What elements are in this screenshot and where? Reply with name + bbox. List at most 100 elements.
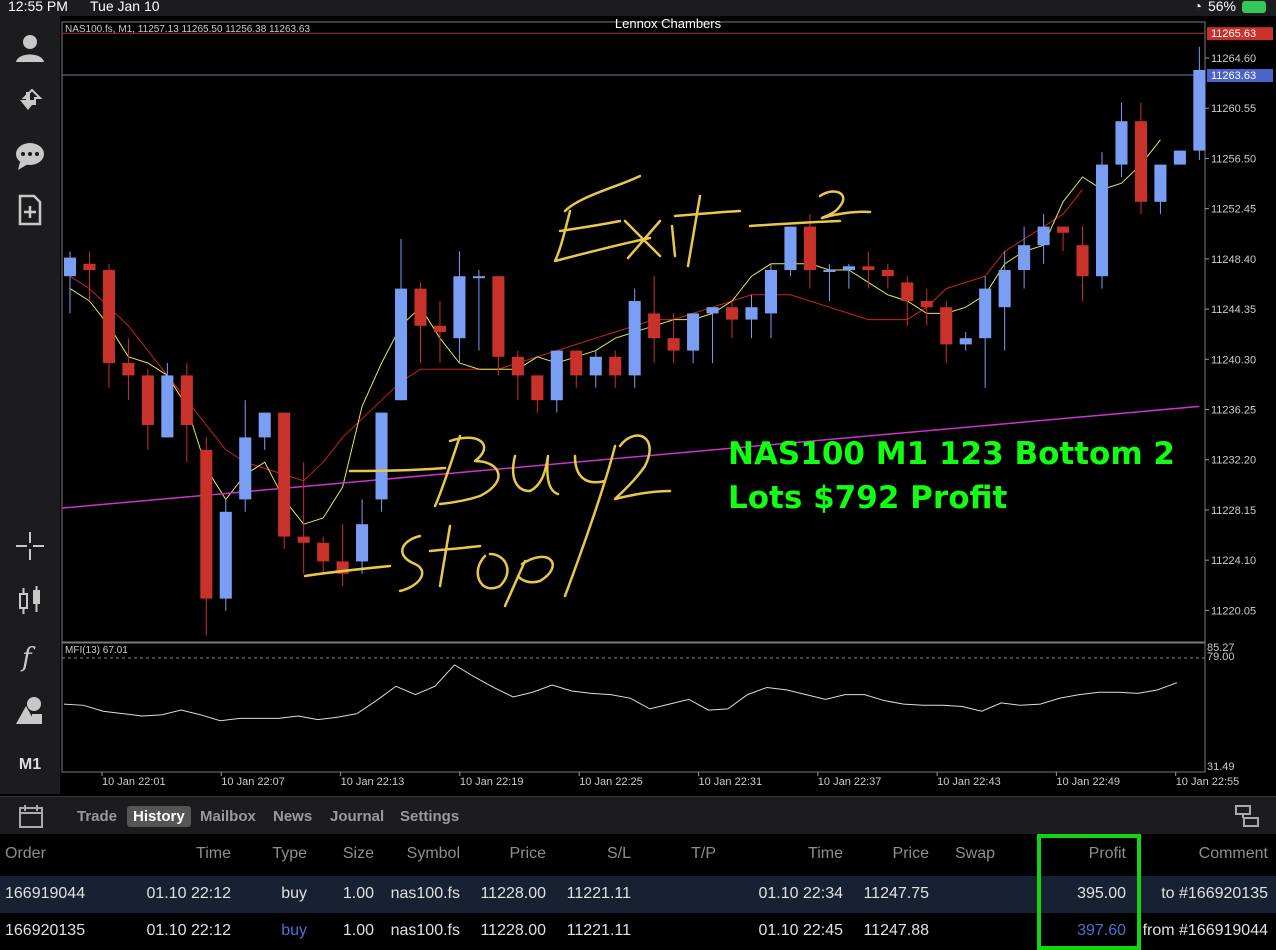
status-icons: ◔ 56%: [1194, 0, 1266, 14]
column-header: Symbol: [406, 845, 460, 862]
y-tick-label: 11248.40: [1211, 254, 1256, 266]
x-tick-label: 10 Jan 22:01: [102, 776, 166, 788]
tab-mailbox[interactable]: Mailbox: [194, 806, 262, 827]
table-cell: nas100.fs: [390, 922, 460, 939]
candle-body: [511, 356, 524, 376]
candle-body: [356, 524, 369, 562]
timeframe-button[interactable]: M1: [0, 756, 60, 774]
x-tick-label: 10 Jan 22:31: [699, 776, 763, 788]
ink-exit-dash: [748, 219, 842, 228]
candle-body: [803, 226, 816, 270]
y-tick-label: 11220.05: [1211, 605, 1256, 617]
y-tick-label: 11252.45: [1211, 204, 1256, 216]
candle-body: [901, 282, 914, 301]
candle-body: [764, 270, 778, 314]
candle-body: [998, 270, 1011, 308]
candle-body: [920, 301, 933, 308]
candle-body: [1115, 121, 1128, 165]
column-header: T/P: [691, 845, 716, 862]
candle-body: [706, 307, 719, 314]
tab-settings[interactable]: Settings: [394, 806, 465, 827]
ink-stop-S: [398, 534, 424, 593]
y-tick-label: 11224.10: [1211, 555, 1256, 567]
objects-shapes-icon[interactable]: [10, 690, 50, 730]
column-header: S/L: [606, 845, 631, 862]
table-cell: 01.10 22:34: [758, 885, 843, 902]
candle-body: [122, 363, 135, 376]
column-header: Price: [892, 845, 929, 862]
x-tick-label: 10 Jan 22:25: [579, 776, 643, 788]
candle-body: [453, 276, 466, 339]
table-cell: 11247.88: [863, 922, 929, 939]
x-tick-label: 10 Jan 22:37: [818, 776, 882, 788]
candle-body: [1154, 164, 1167, 202]
price-chart[interactable]: 11264.60 11260.55 11256.50 11252.45 11248.40…: [60, 16, 1276, 794]
candle-body: [1193, 69, 1206, 151]
ink-stop-o: [476, 552, 509, 590]
indicator-function-icon[interactable]: f: [10, 636, 50, 676]
x-tick-label: 10 Jan 22:43: [937, 776, 1001, 788]
candle-body: [550, 350, 563, 401]
mfi-info: MFI(13) 67.01: [65, 645, 128, 656]
tab-journal[interactable]: Journal: [324, 806, 390, 827]
crosshair-icon[interactable]: [10, 526, 50, 566]
candle-body: [1095, 164, 1109, 277]
battery-icon: [1242, 1, 1266, 13]
chart-area[interactable]: 11264.60 11260.55 11256.50 11252.45 11248.40…: [60, 16, 1276, 794]
candle-body: [862, 266, 875, 270]
candle-body: [83, 263, 96, 270]
mfi-panel-frame: [61, 642, 1206, 773]
table-cell: to #166920135: [1161, 885, 1268, 902]
tab-news[interactable]: News: [267, 806, 318, 827]
x-tick-label: 10 Jan 22:19: [460, 776, 524, 788]
candlestick-icon[interactable]: [10, 580, 50, 620]
y-tick-label: 11256.50: [1211, 153, 1256, 165]
table-cell: 166919044: [5, 885, 86, 902]
candle-body: [1057, 226, 1070, 233]
new-order-icon[interactable]: [10, 190, 50, 230]
ink-two-a: [818, 190, 872, 220]
candle-body: [1018, 245, 1031, 270]
column-header: Comment: [1198, 845, 1268, 862]
candle-body: [687, 313, 700, 351]
calendar-icon[interactable]: [18, 803, 44, 829]
mfi-level-label: 31.49: [1207, 761, 1235, 773]
account-icon[interactable]: [10, 28, 50, 68]
candle-body: [63, 257, 77, 277]
chat-icon[interactable]: [10, 136, 50, 176]
table-cell: 01.10 22:12: [146, 885, 231, 902]
candle-body: [628, 301, 641, 376]
bid-price-label: 11263.63: [1211, 70, 1256, 82]
candle-body: [414, 288, 427, 326]
ink-buy-two: [613, 434, 672, 501]
battery-percent: 56%: [1207, 0, 1236, 14]
candle-body: [648, 313, 661, 339]
tab-trade[interactable]: Trade: [71, 806, 123, 827]
y-tick-label: 11228.15: [1211, 505, 1256, 517]
column-header: Order: [5, 845, 46, 862]
svg-text:f: f: [20, 643, 36, 672]
candle-body: [1173, 150, 1186, 165]
tab-history[interactable]: History: [127, 806, 191, 827]
ink-buy-y: [563, 444, 617, 598]
trade-arrows-icon[interactable]: [10, 82, 50, 122]
y-tick-label: 11244.35: [1211, 304, 1256, 316]
candle-body: [726, 307, 739, 320]
table-cell: nas100.fs: [390, 885, 460, 902]
candle-body: [433, 325, 447, 332]
sidebar: f M1: [0, 16, 60, 794]
table-cell: 01.10 22:12: [146, 922, 231, 939]
x-tick-label: 10 Jan 22:07: [221, 776, 285, 788]
candle-body: [609, 356, 622, 376]
candle-body: [258, 412, 271, 438]
candle-body: [297, 536, 310, 543]
table-cell: 11247.75: [863, 885, 929, 902]
candle-body: [1134, 121, 1147, 202]
candle-body: [842, 266, 855, 270]
layout-toggle-icon[interactable]: [1234, 803, 1260, 829]
candle-body: [667, 338, 680, 351]
candle-body: [278, 412, 291, 537]
candle-body: [570, 350, 583, 376]
ink-stop-t: [428, 524, 482, 588]
table-cell: from #166919044: [1142, 922, 1268, 939]
